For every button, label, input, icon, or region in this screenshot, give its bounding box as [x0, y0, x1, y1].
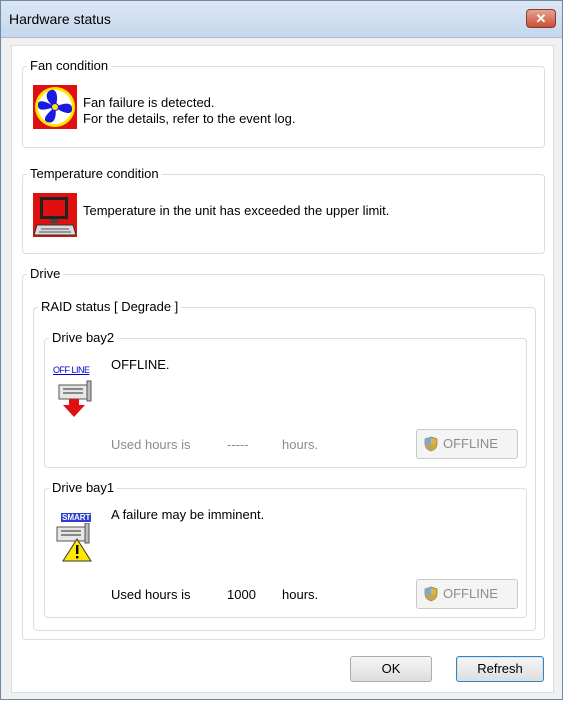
refresh-button[interactable]: Refresh: [456, 656, 544, 682]
smart-warning-drive-icon: SMART: [53, 505, 105, 565]
close-button[interactable]: ✕: [526, 9, 556, 28]
drive-bay2-offline-label: OFFLINE: [443, 436, 498, 451]
drive-bay2-used-prefix: Used hours is: [111, 437, 191, 452]
drive-label: Drive: [27, 266, 64, 282]
window-title: Hardware status: [9, 11, 111, 27]
drive-bay1-used-prefix: Used hours is: [111, 587, 191, 602]
drive-bay2-offline-button[interactable]: OFFLINE: [416, 429, 518, 459]
fan-message-line2: For the details, refer to the event log.: [83, 111, 296, 126]
drive-bay2-group: Drive bay2 OFF LINE OFFLINE. Used hours …: [44, 330, 527, 468]
drive-bay1-offline-label: OFFLINE: [443, 586, 498, 601]
fan-failure-icon: [33, 85, 77, 129]
drive-bay2-label: Drive bay2: [49, 330, 118, 346]
fan-message-line1: Fan failure is detected.: [83, 95, 215, 110]
drive-bay2-used-value: -----: [227, 437, 249, 452]
drive-bay1-group: Drive bay1 SMART A failure may be immine…: [44, 480, 527, 618]
raid-status-label: RAID status [ Degrade ]: [38, 299, 182, 315]
temperature-message: Temperature in the unit has exceeded the…: [83, 203, 390, 218]
drive-bay1-offline-button[interactable]: OFFLINE: [416, 579, 518, 609]
offline-badge-text: OFF LINE: [53, 365, 90, 375]
drive-group: Drive RAID status [ Degrade ] Drive bay2…: [22, 266, 545, 640]
drive-bay2-status: OFFLINE.: [111, 357, 170, 372]
drive-bay1-status: A failure may be imminent.: [111, 507, 265, 522]
drive-bay1-used-suffix: hours.: [282, 587, 319, 602]
dialog-body: Fan condition Fan failure is detected. F…: [11, 45, 554, 693]
fan-condition-label: Fan condition: [27, 58, 112, 74]
raid-status-group: RAID status [ Degrade ] Drive bay2 OFF L…: [33, 299, 536, 631]
uac-shield-icon: [424, 436, 438, 452]
offline-drive-icon: OFF LINE: [53, 359, 105, 419]
temperature-condition-group: Temperature condition Temperature in the…: [22, 166, 545, 254]
drive-bay2-used-suffix: hours.: [282, 437, 319, 452]
temperature-warning-icon: [33, 193, 77, 237]
drive-bay1-label: Drive bay1: [49, 480, 118, 496]
ok-button[interactable]: OK: [350, 656, 432, 682]
title-bar[interactable]: Hardware status ✕: [1, 1, 562, 38]
smart-badge-text: SMART: [61, 513, 92, 522]
temperature-condition-label: Temperature condition: [27, 166, 162, 182]
warning-triangle-icon: [56, 523, 92, 562]
uac-shield-icon: [424, 586, 438, 602]
fan-condition-group: Fan condition Fan failure is detected. F…: [22, 58, 545, 148]
drive-down-arrow-icon: [58, 380, 92, 417]
drive-bay1-used-value: 1000: [227, 587, 256, 602]
hardware-status-dialog: Hardware status ✕ Fan condition Fan fail…: [0, 0, 563, 700]
